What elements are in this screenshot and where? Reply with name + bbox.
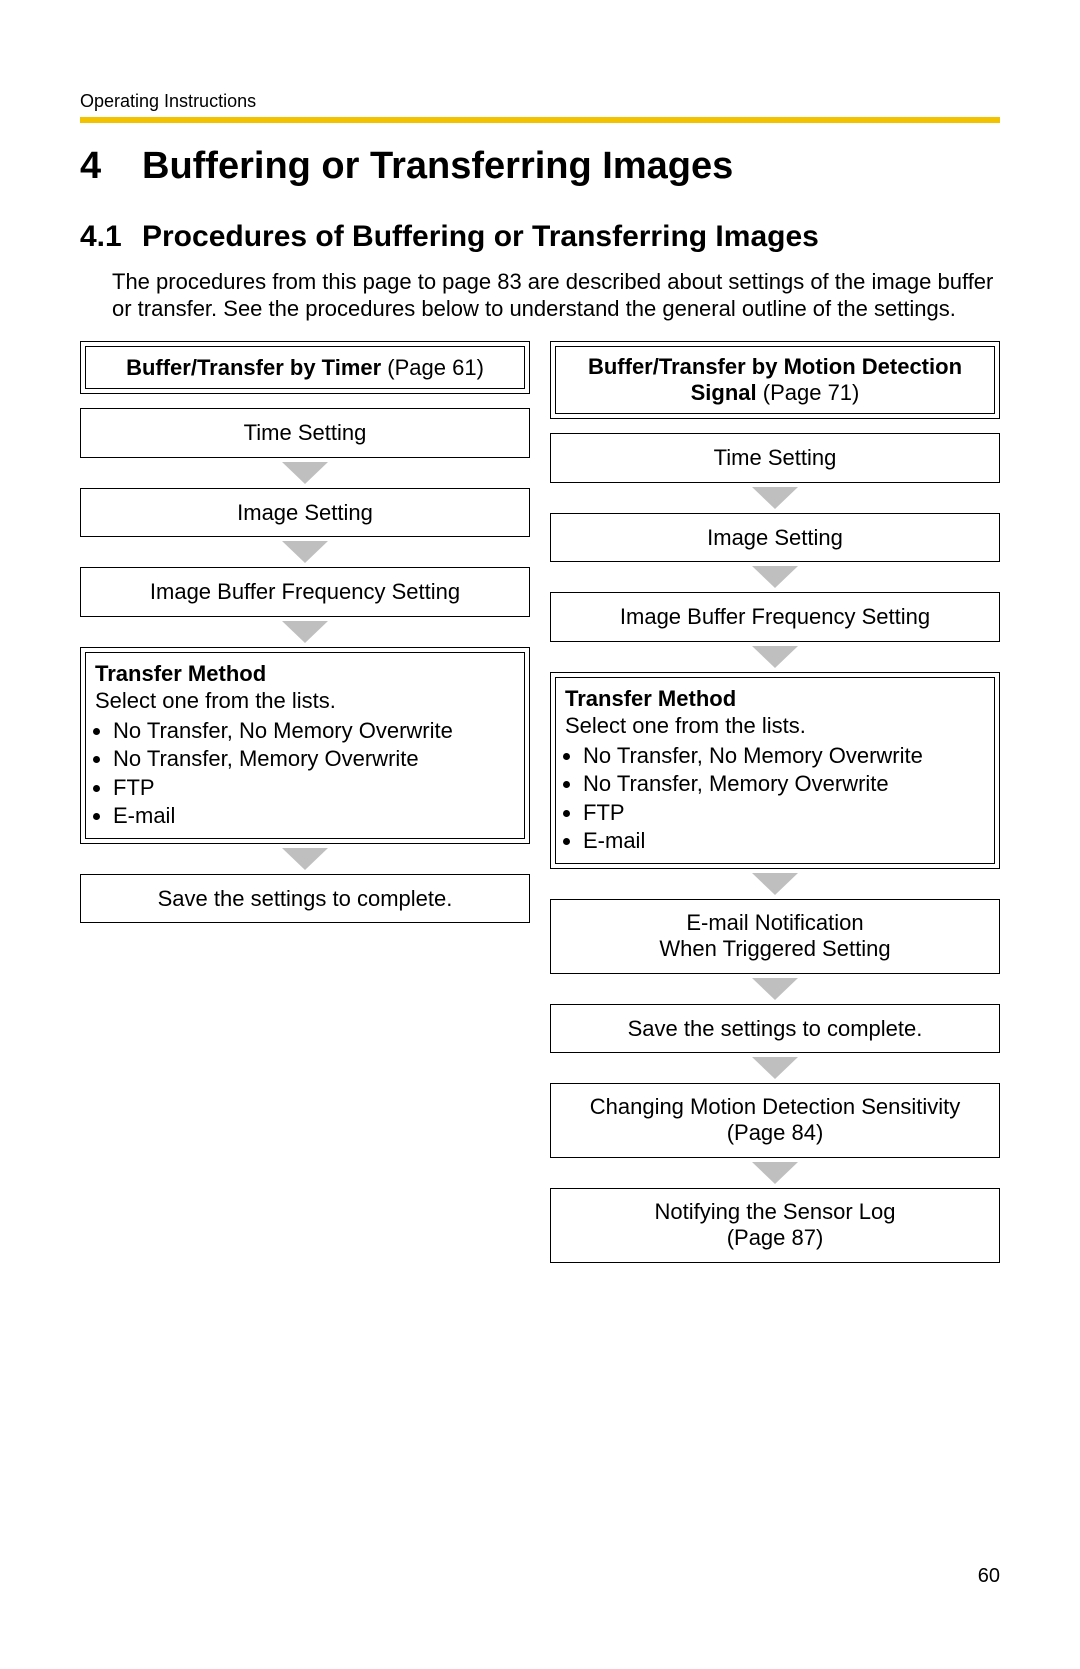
down-arrow-icon <box>752 1057 798 1079</box>
list-item: No Transfer, Memory Overwrite <box>583 770 985 798</box>
motion-transfer-method-title: Transfer Method <box>565 685 985 713</box>
list-item: E-mail <box>113 802 515 830</box>
motion-step-email-notification: E-mail Notification When Triggered Setti… <box>550 899 1000 974</box>
flow-column-timer: Buffer/Transfer by Timer (Page 61) Time … <box>80 341 530 1263</box>
list-item: No Transfer, Memory Overwrite <box>113 745 515 773</box>
down-arrow-icon <box>752 873 798 895</box>
intro-paragraph: The procedures from this page to page 83… <box>112 268 1000 323</box>
timer-header-bold: Buffer/Transfer by Timer <box>126 355 381 380</box>
timer-transfer-options: No Transfer, No Memory Overwrite No Tran… <box>95 717 515 830</box>
motion-step-sensitivity: Changing Motion Detection Sensitivity (P… <box>550 1083 1000 1158</box>
list-item: No Transfer, No Memory Overwrite <box>113 717 515 745</box>
header-rule <box>80 117 1000 123</box>
section-number: 4 <box>80 143 142 191</box>
list-item: FTP <box>113 774 515 802</box>
timer-header-page: (Page 61) <box>381 355 484 380</box>
motion-step-time-setting: Time Setting <box>550 433 1000 483</box>
motion-sensor-log-line2: (Page 87) <box>563 1225 987 1251</box>
motion-email-line1: E-mail Notification <box>563 910 987 936</box>
motion-header-page: (Page 71) <box>757 380 860 405</box>
timer-transfer-method-sub: Select one from the lists. <box>95 687 515 715</box>
doc-header: Operating Instructions <box>80 90 1000 113</box>
list-item: No Transfer, No Memory Overwrite <box>583 742 985 770</box>
down-arrow-icon <box>282 848 328 870</box>
subsection-number: 4.1 <box>80 218 142 256</box>
subsection-heading: 4.1 Procedures of Buffering or Transferr… <box>80 218 1000 256</box>
motion-step-image-setting: Image Setting <box>550 513 1000 563</box>
motion-step-buffer-frequency: Image Buffer Frequency Setting <box>550 592 1000 642</box>
down-arrow-icon <box>282 462 328 484</box>
timer-step-buffer-frequency: Image Buffer Frequency Setting <box>80 567 530 617</box>
down-arrow-icon <box>752 1162 798 1184</box>
motion-transfer-method-box: Transfer Method Select one from the list… <box>550 672 1000 869</box>
timer-step-time-setting: Time Setting <box>80 408 530 458</box>
timer-step-save: Save the settings to complete. <box>80 874 530 924</box>
motion-transfer-method-sub: Select one from the lists. <box>565 712 985 740</box>
motion-header-box: Buffer/Transfer by Motion Detection Sign… <box>550 341 1000 420</box>
motion-sensitivity-line2: (Page 84) <box>563 1120 987 1146</box>
down-arrow-icon <box>752 487 798 509</box>
motion-transfer-options: No Transfer, No Memory Overwrite No Tran… <box>565 742 985 855</box>
timer-transfer-method-title: Transfer Method <box>95 660 515 688</box>
motion-step-save: Save the settings to complete. <box>550 1004 1000 1054</box>
page: Operating Instructions 4 Buffering or Tr… <box>0 0 1080 1669</box>
motion-step-sensor-log: Notifying the Sensor Log (Page 87) <box>550 1188 1000 1263</box>
timer-step-image-setting: Image Setting <box>80 488 530 538</box>
timer-transfer-method-box: Transfer Method Select one from the list… <box>80 647 530 844</box>
down-arrow-icon <box>752 646 798 668</box>
motion-sensitivity-line1: Changing Motion Detection Sensitivity <box>563 1094 987 1120</box>
down-arrow-icon <box>282 621 328 643</box>
motion-email-line2: When Triggered Setting <box>563 936 987 962</box>
subsection-title: Procedures of Buffering or Transferring … <box>142 218 819 256</box>
down-arrow-icon <box>752 566 798 588</box>
down-arrow-icon <box>282 541 328 563</box>
flow-diagram: Buffer/Transfer by Timer (Page 61) Time … <box>80 341 1000 1263</box>
list-item: FTP <box>583 799 985 827</box>
section-heading: 4 Buffering or Transferring Images <box>80 143 1000 191</box>
flow-column-motion: Buffer/Transfer by Motion Detection Sign… <box>550 341 1000 1263</box>
page-number: 60 <box>978 1564 1000 1589</box>
motion-sensor-log-line1: Notifying the Sensor Log <box>563 1199 987 1225</box>
timer-header-box: Buffer/Transfer by Timer (Page 61) <box>80 341 530 395</box>
down-arrow-icon <box>752 978 798 1000</box>
list-item: E-mail <box>583 827 985 855</box>
section-title: Buffering or Transferring Images <box>142 143 733 191</box>
